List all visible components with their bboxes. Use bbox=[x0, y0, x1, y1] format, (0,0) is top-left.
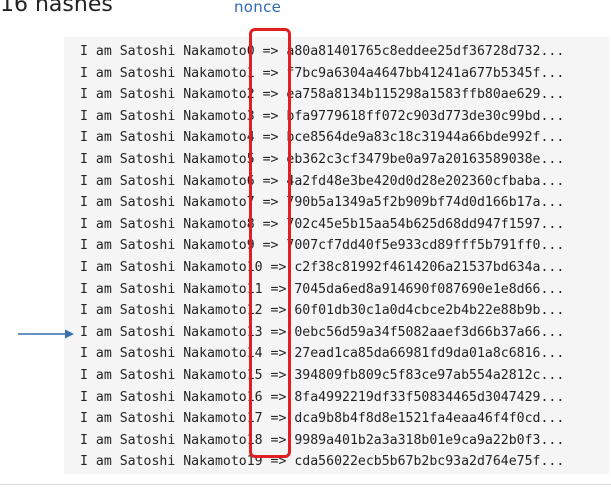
hash-row: I am Satoshi Nakamoto5 => eb362c3cf3479b… bbox=[80, 151, 565, 167]
hash-row: I am Satoshi Nakamoto9 => 7007cf7dd40f5e… bbox=[80, 238, 565, 254]
hash-row: I am Satoshi Nakamoto1 => f7bc9a6304a464… bbox=[80, 65, 565, 81]
hash-row: I am Satoshi Nakamoto10 => c2f38c81992f4… bbox=[80, 259, 565, 275]
hash-row: I am Satoshi Nakamoto6 => 4a2fd48e3be420… bbox=[80, 173, 565, 189]
hash-row: I am Satoshi Nakamoto12 => 60f01db30c1a0… bbox=[80, 303, 565, 319]
nonce-label: nonce bbox=[234, 0, 282, 16]
hash-row: I am Satoshi Nakamoto18 => 9989a401b2a3a… bbox=[80, 432, 565, 448]
hash-row: I am Satoshi Nakamoto14 => 27ead1ca85da6… bbox=[80, 346, 565, 362]
nonce-highlight-box bbox=[249, 28, 291, 458]
page-heading: 16 hashes bbox=[0, 0, 113, 17]
hash-row: I am Satoshi Nakamoto19 => cda56022ecb5b… bbox=[80, 454, 565, 470]
hash-list: I am Satoshi Nakamoto0 => a80a81401765c8… bbox=[80, 41, 564, 473]
hash-row: I am Satoshi Nakamoto8 => 702c45e5b15aa5… bbox=[80, 216, 565, 232]
hash-row: I am Satoshi Nakamoto2 => ea758a8134b115… bbox=[80, 87, 565, 103]
divider bbox=[0, 484, 611, 485]
hash-row: I am Satoshi Nakamoto0 => a80a81401765c8… bbox=[80, 44, 565, 59]
hash-row: I am Satoshi Nakamoto15 => 394809fb809c5… bbox=[80, 367, 565, 383]
hash-row: I am Satoshi Nakamoto13 => 0ebc56d59a34f… bbox=[80, 324, 565, 340]
hash-row: I am Satoshi Nakamoto4 => bce8564de9a83c… bbox=[80, 130, 565, 146]
hash-row: I am Satoshi Nakamoto7 => 790b5a1349a5f2… bbox=[80, 195, 565, 211]
hash-row: I am Satoshi Nakamoto16 => 8fa4992219df3… bbox=[80, 389, 565, 405]
hash-row: I am Satoshi Nakamoto3 => bfa9779618ff07… bbox=[80, 108, 565, 124]
hash-row: I am Satoshi Nakamoto17 => dca9b8b4f8d8e… bbox=[80, 411, 565, 427]
hash-row: I am Satoshi Nakamoto11 => 7045da6ed8a91… bbox=[80, 281, 565, 297]
